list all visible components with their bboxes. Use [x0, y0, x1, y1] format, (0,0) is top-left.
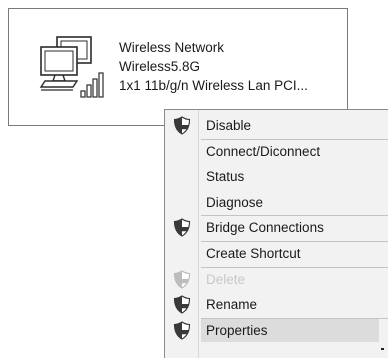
menu-item-label: Connect/Diconnect	[206, 143, 321, 159]
menu-item-rename[interactable]: Rename	[165, 292, 388, 319]
uac-shield-icon	[173, 295, 191, 314]
menu-item-label: Bridge Connections	[206, 220, 324, 236]
adapter-name: Wireless Network	[119, 40, 225, 55]
uac-shield-icon	[173, 321, 191, 340]
mouse-pointer-icon	[381, 348, 384, 350]
menu-item-label: Delete	[206, 271, 246, 287]
uac-shield-icon	[173, 218, 191, 238]
menu-item-status[interactable]: Status	[165, 164, 388, 190]
menu-item-bridge-connections[interactable]: Bridge Connections	[165, 215, 388, 242]
menu-item-label: Status	[206, 169, 245, 185]
menu-item-label: Rename	[206, 297, 258, 313]
context-menu: Disable Connect/Diconnect Status Diagnos…	[164, 109, 388, 358]
uac-shield-icon	[173, 116, 191, 135]
menu-item-properties[interactable]: Properties	[165, 318, 388, 344]
menu-item-connect-disconnect[interactable]: Connect/Diconnect	[165, 139, 388, 165]
adapter-network: Wireless5.8G	[119, 59, 201, 74]
menu-item-label: Disable	[206, 118, 252, 133]
screen: Wireless Network Wireless5.8G 1x1 11b/g/…	[0, 0, 388, 358]
menu-item-diagnose[interactable]: Diagnose	[165, 190, 388, 216]
adapter-details: Wireless Network Wireless5.8G 1x1 11b/g/…	[119, 38, 308, 95]
menu-item-create-shortcut[interactable]: Create Shortcut	[165, 241, 388, 268]
adapter-device: 1x1 11b/g/n Wireless Lan PCI...	[119, 78, 308, 93]
uac-shield-icon	[173, 269, 191, 289]
network-computers-signal-icon	[39, 36, 104, 98]
context-menu-items: Disable Connect/Diconnect Status Diagnos…	[165, 113, 388, 343]
menu-item-disable[interactable]: Disable	[165, 113, 388, 140]
menu-item-delete: Delete	[165, 267, 388, 293]
menu-item-label: Create Shortcut	[206, 245, 301, 261]
menu-item-label: Properties	[206, 322, 268, 338]
menu-item-label: Diagnose	[206, 194, 264, 210]
